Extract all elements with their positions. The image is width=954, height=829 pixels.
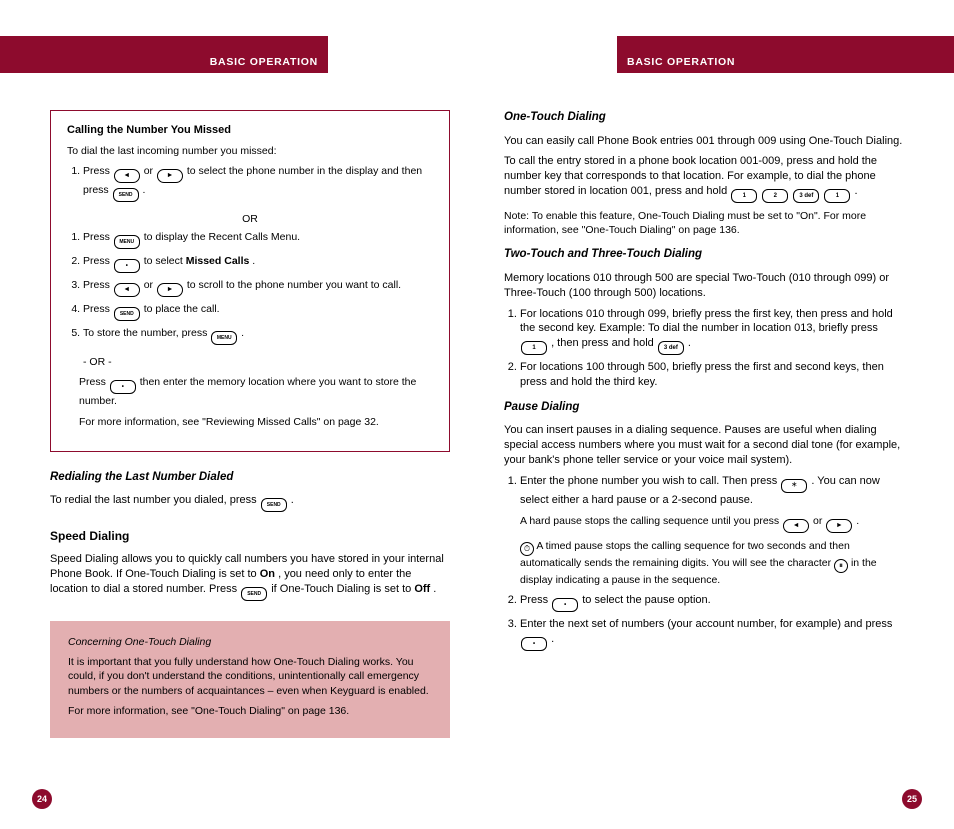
key-1-icon: 1 <box>521 341 547 355</box>
banner-right: BASIC OPERATION <box>617 36 954 73</box>
menu-key-icon: MENU <box>211 331 237 345</box>
left-column: Calling the Number You Missed To dial th… <box>50 110 450 738</box>
key-1-icon: 1 <box>824 189 850 203</box>
banner-right-label: BASIC OPERATION <box>627 55 735 69</box>
right-key-icon <box>157 283 183 297</box>
ok-key-icon: • <box>110 380 136 394</box>
ot-b: To call the entry stored in a phone book… <box>504 154 904 203</box>
ot-a: You can easily call Phone Book entries 0… <box>504 134 904 149</box>
speed-text: Speed Dialing allows you to quickly call… <box>50 552 450 601</box>
box-step-2: Press MENU to display the Recent Calls M… <box>83 230 433 249</box>
one-touch-section: One-Touch Dialing You can easily call Ph… <box>504 110 904 237</box>
ok-key-icon: • <box>552 598 578 612</box>
info-title: Concerning One-Touch Dialing <box>68 635 432 649</box>
left-key-icon <box>783 519 809 533</box>
send-key-icon: SEND <box>241 587 267 601</box>
box-intro: To dial the last incoming number you mis… <box>67 144 433 158</box>
box-step-6: To store the number, press MENU . <box>83 326 433 345</box>
one-touch-title: One-Touch Dialing <box>504 110 904 126</box>
two-touch-title: Two-Touch and Three-Touch Dialing <box>504 247 904 263</box>
speed-dial-section: Speed Dialing Speed Dialing allows you t… <box>50 528 450 601</box>
redial-title: Redialing the Last Number Dialed <box>50 470 450 486</box>
box-title: Calling the Number You Missed <box>67 123 433 138</box>
banner-left-label: BASIC OPERATION <box>210 55 318 69</box>
info-text-a: It is important that you fully understan… <box>68 655 432 698</box>
key-1-icon: 1 <box>731 189 757 203</box>
pause-title: Pause Dialing <box>504 400 904 416</box>
two-touch-section: Two-Touch and Three-Touch Dialing Memory… <box>504 247 904 390</box>
pause-hard: A hard pause stops the calling sequence … <box>520 514 904 533</box>
ok-key-icon: • <box>521 637 547 651</box>
menu-key-icon: MENU <box>114 235 140 249</box>
redial-text: To redial the last number you dialed, pr… <box>50 493 450 512</box>
left-key-icon <box>114 283 140 297</box>
calling-missed-box: Calling the Number You Missed To dial th… <box>50 110 450 452</box>
one-touch-info-box: Concerning One-Touch Dialing It is impor… <box>50 621 450 738</box>
two-a: Memory locations 010 through 500 are spe… <box>504 271 904 301</box>
page-number-right: 25 <box>902 789 922 809</box>
left-key-icon <box>114 169 140 183</box>
speed-title: Speed Dialing <box>50 528 450 544</box>
send-key-icon: SEND <box>261 498 287 512</box>
ok-key-icon: • <box>114 259 140 273</box>
star-key-icon: ＊ <box>781 479 807 493</box>
or-label-2: - OR - <box>83 355 433 369</box>
two-step-2: For locations 100 through 500, briefly p… <box>520 360 904 390</box>
send-key-icon: SEND <box>114 307 140 321</box>
key-3-icon: 3 def <box>658 341 684 355</box>
banner-left: BASIC OPERATION <box>0 36 328 73</box>
pause-step-2: Press • to select the pause option. <box>520 593 904 612</box>
box-step-4: Press or to scroll to the phone number y… <box>83 278 433 297</box>
box-step-3: Press • to select Missed Calls . <box>83 254 433 273</box>
box-step-7: Press • then enter the memory location w… <box>79 375 433 408</box>
pause-step-3: Enter the next set of numbers (your acco… <box>520 617 904 651</box>
box-step-5: Press SEND to place the call. <box>83 302 433 321</box>
pause-char-icon: ⏸ <box>834 559 848 573</box>
right-key-icon <box>157 169 183 183</box>
page-number-left: 24 <box>32 789 52 809</box>
info-text-b: For more information, see "One-Touch Dia… <box>68 704 432 718</box>
box-step-1: Press or to select the phone number in t… <box>83 164 433 202</box>
two-step-1: For locations 010 through 099, briefly p… <box>520 307 904 356</box>
redial-section: Redialing the Last Number Dialed To redi… <box>50 470 450 513</box>
send-key-icon: SEND <box>113 188 139 202</box>
right-column: One-Touch Dialing You can easily call Ph… <box>504 110 904 661</box>
pause-section: Pause Dialing You can insert pauses in a… <box>504 400 904 651</box>
right-key-icon <box>826 519 852 533</box>
pause-timed: ⏱ A timed pause stops the calling sequen… <box>520 539 904 587</box>
key-3-icon: 3 def <box>793 189 819 203</box>
box-note: For more information, see "Reviewing Mis… <box>79 415 433 429</box>
clock-icon: ⏱ <box>520 542 534 556</box>
pause-a: You can insert pauses in a dialing seque… <box>504 423 904 468</box>
pause-step-1: Enter the phone number you wish to call.… <box>520 474 904 587</box>
or-label: OR <box>67 212 433 226</box>
ot-note: Note: To enable this feature, One-Touch … <box>504 209 904 237</box>
key-2-icon: 2 <box>762 189 788 203</box>
